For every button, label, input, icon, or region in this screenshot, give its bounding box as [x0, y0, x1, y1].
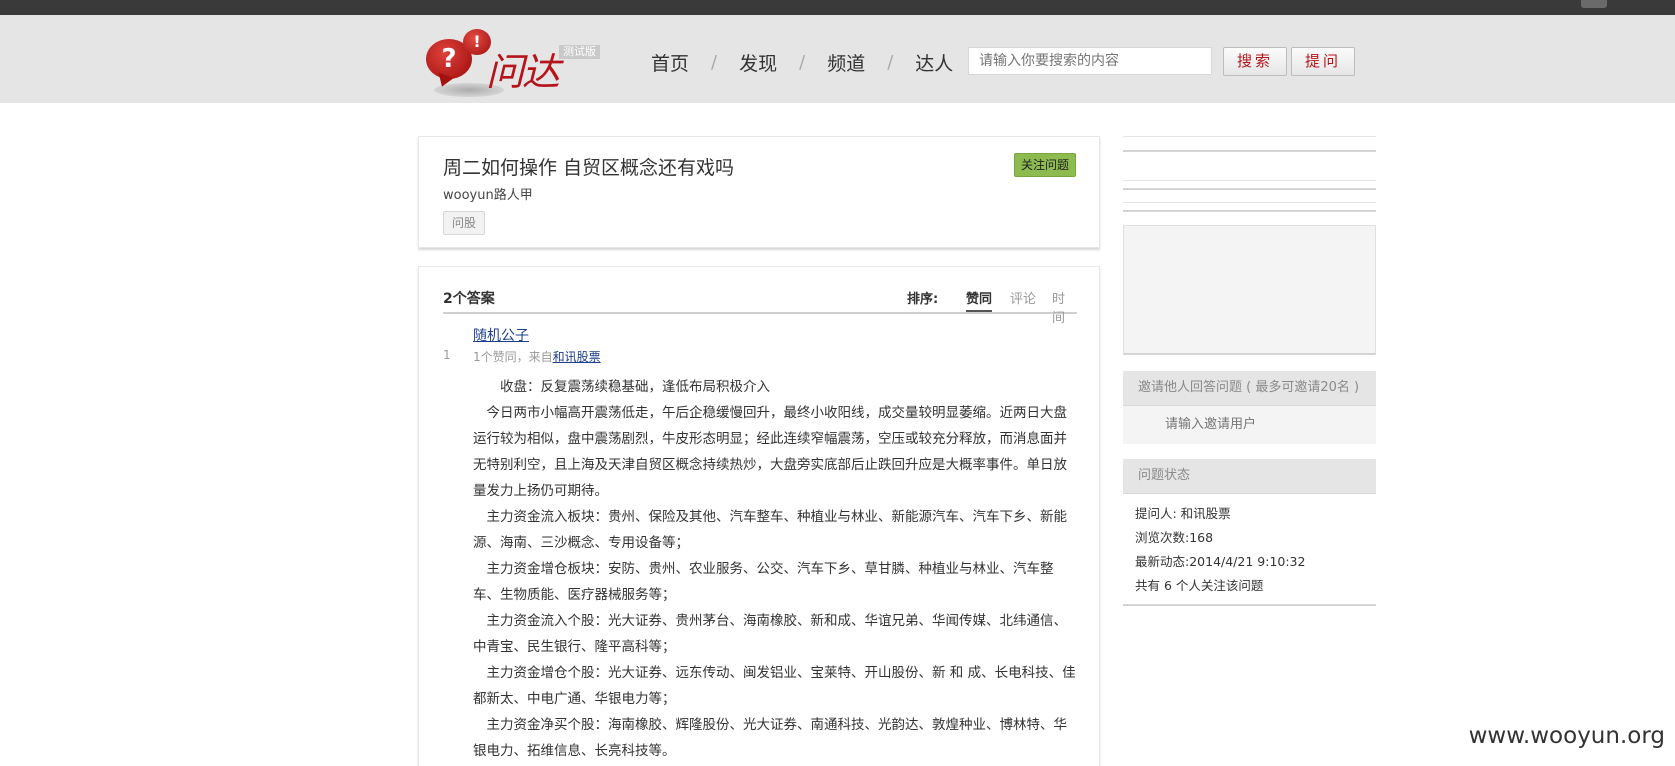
nav-channels[interactable]: 频道 — [826, 49, 866, 76]
user-icon[interactable] — [1581, 0, 1607, 8]
answer-paragraph: 收盘：反复震荡续稳基础，逢低布局积极介入 — [500, 379, 770, 395]
sort-label: 排序: — [907, 292, 939, 307]
question-title: 周二如何操作 自贸区概念还有戏吗 — [443, 157, 735, 179]
beta-badge: 测试版 — [559, 45, 600, 59]
answer-vote-count[interactable]: 1 — [443, 348, 451, 362]
answers-header: 2个答案 排序: 赞同 评论 时间 — [443, 288, 1077, 326]
answer-paragraph: 主力资金增仓板块：安防、贵州、农业服务、公交、汽车下乡、草甘膦、种植业与林业、汽… — [473, 561, 1054, 603]
invite-panel: 邀请他人回答问题 ( 最多可邀请20名 ) — [1123, 371, 1376, 444]
sort-by-votes[interactable]: 赞同 — [966, 288, 993, 312]
status-followers: 共有 6 个人关注该问题 — [1135, 578, 1264, 593]
question-card: 周二如何操作 自贸区概念还有戏吗 wooyun路人甲 问股 关注问题 — [418, 136, 1100, 248]
nav-separator: / — [799, 51, 806, 73]
site-logo[interactable]: ? ! 问达 测试版 — [420, 15, 605, 103]
answer-meta: 1个赞同，来自和讯股票 — [473, 348, 601, 365]
question-author[interactable]: wooyun路人甲 — [443, 184, 533, 203]
sidebar-placeholder-strip — [1123, 202, 1376, 212]
search-input[interactable] — [968, 47, 1212, 75]
sort-by-comments[interactable]: 评论 — [1010, 288, 1036, 307]
invite-user-input[interactable] — [1123, 406, 1376, 444]
sidebar-placeholder-panel — [1123, 225, 1376, 355]
status-panel-title: 问题状态 — [1123, 459, 1376, 494]
answers-card: 2个答案 排序: 赞同 评论 时间 随机公子 1 1个赞同，来自和讯股票 收盘：… — [418, 266, 1100, 766]
sort-by-time[interactable]: 时间 — [1052, 288, 1077, 326]
answer-paragraph: 主力资金流入板块：贵州、保险及其他、汽车整车、种植业与林业、新能源汽车、汽车下乡… — [473, 509, 1067, 551]
answer-source-link[interactable]: 和讯股票 — [553, 350, 601, 364]
question-status-panel: 问题状态 提问人: 和讯股票 浏览次数:168 最新动态:2014/4/21 9… — [1123, 459, 1376, 606]
status-list: 提问人: 和讯股票 浏览次数:168 最新动态:2014/4/21 9:10:3… — [1123, 494, 1376, 606]
answer-paragraph: 主力资金增仓个股：光大证券、远东传动、闽发铝业、宝莱特、开山股份、新 和 成、长… — [473, 665, 1076, 707]
answer-count: 2个答案 — [443, 291, 495, 307]
answer-paragraph: 今日两市小幅高开震荡低走，午后企稳缓慢回升，最终小收阳线，成交量较明显萎缩。近两… — [473, 405, 1067, 499]
answer-body: 收盘：反复震荡续稳基础，逢低布局积极介入 今日两市小幅高开震荡低走，午后企稳缓慢… — [473, 374, 1077, 764]
nav-home[interactable]: 首页 — [650, 49, 690, 76]
nav-separator: / — [711, 51, 718, 73]
nav-separator: / — [887, 51, 894, 73]
invite-panel-title: 邀请他人回答问题 ( 最多可邀请20名 ) — [1123, 371, 1376, 406]
answer-meta-prefix: 1个赞同，来自 — [473, 350, 553, 364]
sidebar-placeholder-strip — [1123, 180, 1376, 190]
answer-paragraph: 主力资金流入个股：光大证券、贵州茅台、海南橡胶、新和成、华谊兄弟、华闻传媒、北纬… — [473, 613, 1067, 655]
top-bar — [0, 0, 1675, 15]
logo-wordmark: 问达 — [486, 50, 560, 94]
answer-author[interactable]: 随机公子 — [473, 325, 529, 345]
nav-experts[interactable]: 达人 — [914, 49, 954, 76]
status-asker: 提问人: 和讯股票 — [1135, 506, 1231, 521]
ask-question-button[interactable]: 提问 — [1291, 47, 1355, 76]
nav-discover[interactable]: 发现 — [738, 49, 778, 76]
main-nav: 首页 / 发现 / 频道 / 达人 — [650, 47, 954, 77]
status-latest-activity: 最新动态:2014/4/21 9:10:32 — [1135, 554, 1306, 569]
search-button[interactable]: 搜索 — [1223, 47, 1287, 76]
status-views: 浏览次数:168 — [1135, 530, 1214, 545]
answer-paragraph: 主力资金净买个股：海南橡胶、辉隆股份、光大证券、南通科技、光韵达、敦煌种业、博林… — [473, 717, 1067, 759]
follow-question-button[interactable]: 关注问题 — [1013, 153, 1076, 177]
question-tag[interactable]: 问股 — [443, 211, 486, 235]
sidebar-placeholder-strip — [1123, 136, 1376, 152]
watermark: www.wooyun.org — [1468, 723, 1665, 749]
